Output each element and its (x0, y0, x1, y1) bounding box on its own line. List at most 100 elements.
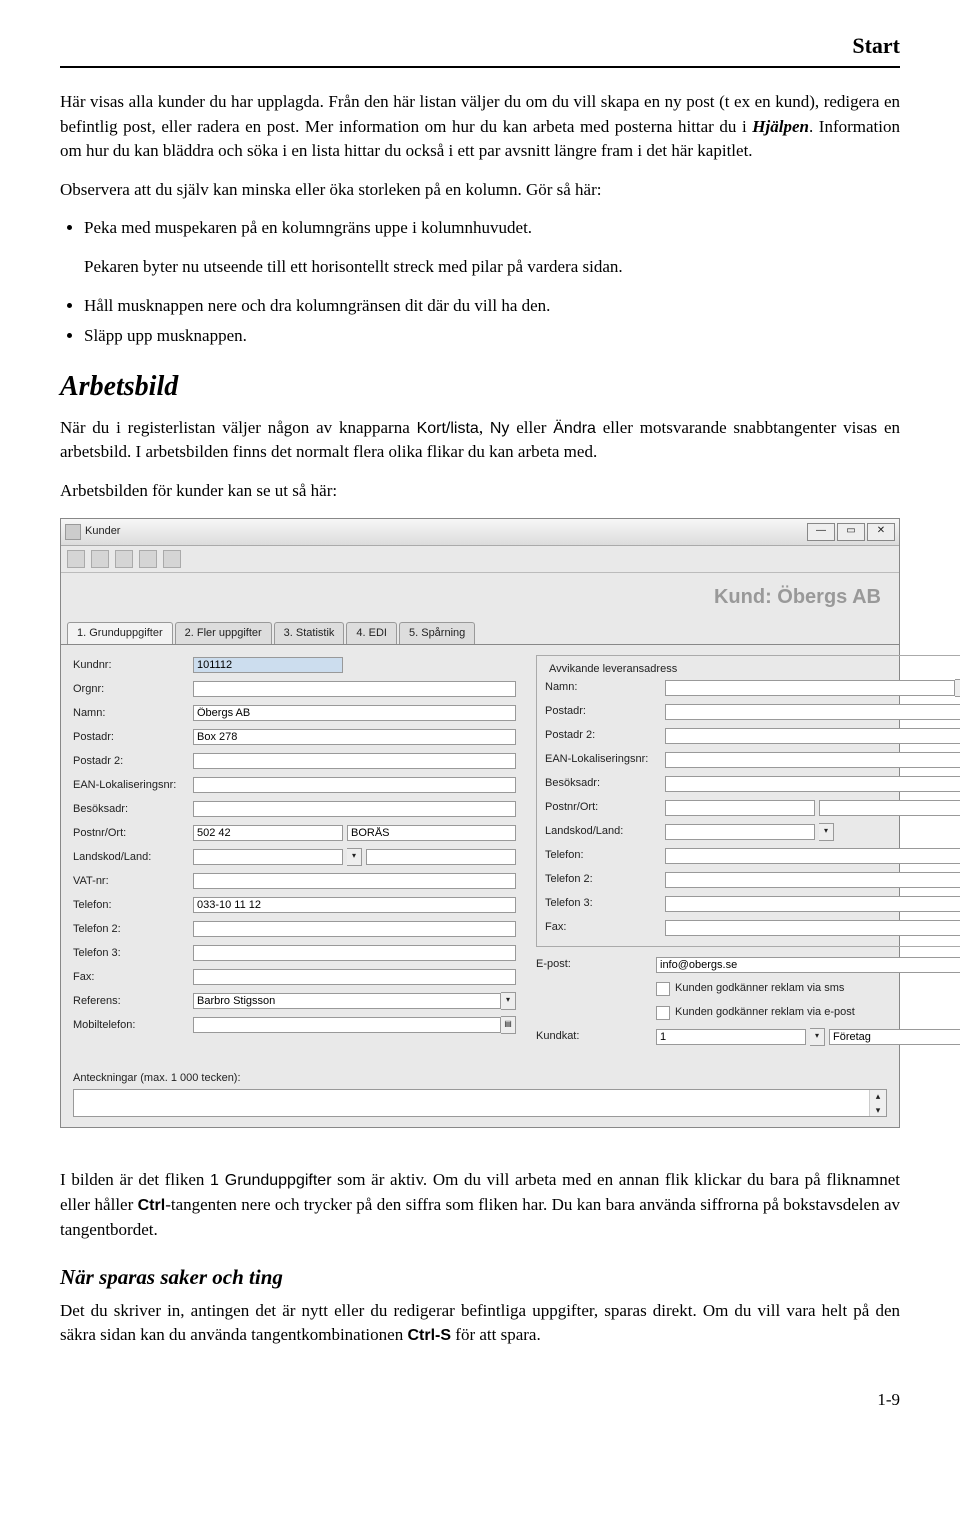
label-r-tel2: Telefon 2: (545, 872, 665, 888)
label-tel3: Telefon 3: (73, 946, 193, 962)
anteck-textarea[interactable]: ▴ ▾ (73, 1089, 887, 1117)
r-namn-field[interactable] (665, 680, 955, 696)
paragraph: I bilden är det fliken 1 Grunduppgifter … (60, 1168, 900, 1242)
label-ean: EAN-Lokaliseringsnr: (73, 778, 193, 794)
chk-sms-label: Kunden godkänner reklam via sms (675, 981, 844, 997)
app-window: Kunder — ▭ ✕ Kund: Öbergs AB 1. Grundupp… (60, 518, 900, 1129)
r-ean-field[interactable] (665, 752, 960, 768)
tab-grunduppgifter[interactable]: 1. Grunduppgifter (67, 622, 173, 645)
minimize-button[interactable]: — (807, 523, 835, 541)
label-referens: Referens: (73, 994, 193, 1010)
fax-field[interactable] (193, 969, 516, 985)
label-landskod: Landskod/Land: (73, 850, 193, 866)
r-fax-field[interactable] (665, 920, 960, 936)
label-r-landskod: Landskod/Land: (545, 824, 665, 840)
tab-fler-uppgifter[interactable]: 2. Fler uppgifter (175, 622, 272, 645)
tel-field[interactable] (193, 897, 516, 913)
scrollbar[interactable]: ▴ ▾ (869, 1090, 886, 1116)
section-header: Start (60, 30, 900, 62)
paragraph: När du i registerlistan väljer någon av … (60, 416, 900, 465)
r-besok-field[interactable] (665, 776, 960, 792)
label-r-fax: Fax: (545, 920, 665, 936)
label-kundkat: Kundkat: (536, 1029, 656, 1045)
maximize-button[interactable]: ▭ (837, 523, 865, 541)
r-postnr-field[interactable] (665, 800, 815, 816)
label-r-postadr2: Postadr 2: (545, 728, 665, 744)
landskod-field[interactable] (193, 849, 343, 865)
label-tel: Telefon: (73, 898, 193, 914)
paragraph: Arbetsbilden för kunder kan se ut så här… (60, 479, 900, 504)
label-r-ean: EAN-Lokaliseringsnr: (545, 752, 665, 768)
mobil-field[interactable] (193, 1017, 501, 1033)
postadr-field[interactable] (193, 729, 516, 745)
r-namn-dropdown[interactable]: ▾ (955, 679, 960, 697)
tabs: 1. Grunduppgifter 2. Fler uppgifter 3. S… (61, 618, 899, 646)
record-banner: Kund: Öbergs AB (61, 573, 899, 618)
label-namn: Namn: (73, 706, 193, 722)
divider (60, 66, 900, 68)
label-tel2: Telefon 2: (73, 922, 193, 938)
paragraph: Det du skriver in, antingen det är nytt … (60, 1299, 900, 1348)
toolbar-button[interactable] (115, 550, 133, 568)
group-legend: Avvikande leveransadress (545, 662, 681, 678)
anteck-label: Anteckningar (max. 1 000 tecken): (73, 1071, 899, 1087)
paragraph: Här visas alla kunder du har upplagda. F… (60, 90, 900, 164)
besok-field[interactable] (193, 801, 516, 817)
mobil-btn[interactable]: ▤ (501, 1016, 516, 1034)
toolbar-button[interactable] (67, 550, 85, 568)
label-fax: Fax: (73, 970, 193, 986)
referens-field[interactable] (193, 993, 501, 1009)
ort-field[interactable] (347, 825, 516, 841)
app-icon (65, 524, 81, 540)
label-besok: Besöksadr: (73, 802, 193, 818)
kundkat-dropdown[interactable]: ▾ (810, 1028, 825, 1046)
tab-statistik[interactable]: 3. Statistik (274, 622, 345, 645)
r-tel3-field[interactable] (665, 896, 960, 912)
scroll-down-icon[interactable]: ▾ (870, 1104, 886, 1116)
r-landskod-field[interactable] (665, 824, 815, 840)
label-mobil: Mobiltelefon: (73, 1018, 193, 1034)
label-r-namn: Namn: (545, 680, 665, 696)
kundkat-num-field[interactable] (656, 1029, 806, 1045)
orgnr-field[interactable] (193, 681, 516, 697)
land-field[interactable] (366, 849, 516, 865)
chk-epost[interactable] (656, 1006, 670, 1020)
paragraph: Pekaren byter nu utseende till ett horis… (84, 255, 900, 280)
r-landskod-dropdown[interactable]: ▾ (819, 823, 834, 841)
chk-sms[interactable] (656, 982, 670, 996)
label-r-postnrort: Postnr/Ort: (545, 800, 665, 816)
chk-epost-label: Kunden godkänner reklam via e-post (675, 1005, 855, 1021)
r-ort-field[interactable] (819, 800, 960, 816)
r-postadr-field[interactable] (665, 704, 960, 720)
namn-field[interactable] (193, 705, 516, 721)
toolbar-button[interactable] (91, 550, 109, 568)
referens-dropdown[interactable]: ▾ (501, 992, 516, 1010)
close-button[interactable]: ✕ (867, 523, 895, 541)
r-tel2-field[interactable] (665, 872, 960, 888)
tel3-field[interactable] (193, 945, 516, 961)
landskod-dropdown[interactable]: ▾ (347, 848, 362, 866)
tab-edi[interactable]: 4. EDI (346, 622, 397, 645)
ean-field[interactable] (193, 777, 516, 793)
label-epost: E-post: (536, 957, 656, 973)
window-title: Kunder (85, 524, 120, 540)
tab-sparning[interactable]: 5. Spårning (399, 622, 475, 645)
tel2-field[interactable] (193, 921, 516, 937)
label-r-postadr: Postadr: (545, 704, 665, 720)
heading-arbetsbild: Arbetsbild (60, 367, 900, 408)
kundnr-field[interactable] (193, 657, 343, 673)
label-postadr: Postadr: (73, 730, 193, 746)
scroll-up-icon[interactable]: ▴ (870, 1090, 886, 1102)
kundkat-field[interactable] (829, 1029, 960, 1045)
leveransadress-group: Avvikande leveransadress Namn: ▾ Postadr:… (536, 655, 960, 947)
r-postadr2-field[interactable] (665, 728, 960, 744)
vat-field[interactable] (193, 873, 516, 889)
bullet: Håll musknappen nere och dra kolumngräns… (84, 294, 900, 319)
postnr-field[interactable] (193, 825, 343, 841)
toolbar-button[interactable] (163, 550, 181, 568)
label-postadr2: Postadr 2: (73, 754, 193, 770)
r-tel-field[interactable] (665, 848, 960, 864)
epost-field[interactable] (656, 957, 960, 973)
postadr2-field[interactable] (193, 753, 516, 769)
toolbar-button[interactable] (139, 550, 157, 568)
